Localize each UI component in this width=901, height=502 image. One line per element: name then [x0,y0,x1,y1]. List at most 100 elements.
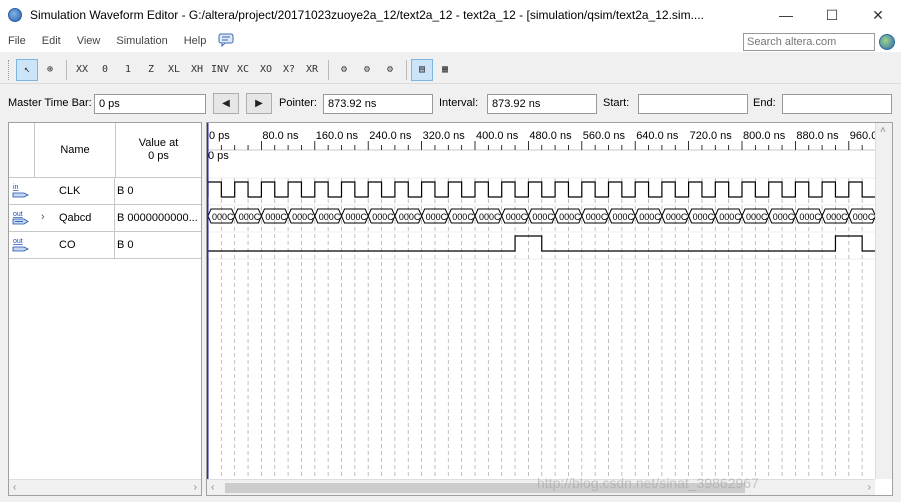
signal-row-clk[interactable]: in CLK B 0 [9,178,201,205]
signal-name: Qabcd [59,212,92,224]
quartus-app-icon [8,8,22,22]
zoom-tool-button[interactable]: ⊕ [39,59,61,81]
globe-icon[interactable] [879,34,895,50]
search-input[interactable] [743,33,875,51]
select-tool-button[interactable]: ↖ [16,58,38,81]
timing-sim-tool-button[interactable]: ⚙ [356,59,378,81]
svg-text:out: out [13,238,23,245]
forcing-low-tool-button[interactable]: 0 [94,59,116,81]
svg-text:in: in [13,184,19,191]
scroll-right-icon[interactable]: › [868,482,871,493]
time-label: 880.0 ns [796,130,839,142]
qabcd-bus-value: 000C [239,212,261,222]
count-value-tool-button[interactable]: XC [232,59,254,81]
toolbar-separator [328,59,329,80]
uninitialized-tool-button[interactable]: XX [71,59,93,81]
end-field[interactable] [782,94,892,114]
column-divider [114,232,115,259]
time-label: 720.0 ns [690,130,733,142]
svg-text:out: out [13,211,23,218]
time-label: 320.0 ns [423,130,466,142]
qabcd-bus-value: 000C [666,212,688,222]
menu-help[interactable]: Help [176,35,215,47]
signal-value: B 0000000000... [117,212,198,224]
signal-name: CLK [59,185,81,197]
time-label: 400.0 ns [476,130,519,142]
time-label: 480.0 ns [529,130,572,142]
time-label: 80.0 ns [262,130,299,142]
scroll-left-icon[interactable]: ‹ [13,482,16,493]
clock-tool-button[interactable]: XO [255,59,277,81]
interval-field[interactable]: 873.92 ns [487,94,597,114]
arbitrary-value-tool-button[interactable]: X? [278,59,300,81]
qabcd-bus-value: 000C [586,212,608,222]
signal-value: B 0 [117,239,134,251]
master-time-bar-field[interactable]: 0 ps [94,94,206,114]
name-column-header[interactable]: Name [34,123,115,178]
next-transition-button[interactable]: ▶ [246,93,272,114]
waveform-panel[interactable]: 0 ps 80.0 ns 160.0 ns 240.0 ns 320.0 ns 400.0… [206,122,893,496]
signal-value: B 0 [117,185,134,197]
signal-list-horizontal-scrollbar[interactable]: ‹ › [9,479,201,495]
icon-column-header [9,123,34,178]
invert-tool-button[interactable]: INV [209,59,231,81]
toolbar-separator [406,59,407,80]
speech-bubble-icon[interactable] [218,33,234,50]
waveform-canvas[interactable]: 0 ps 80.0 ns 160.0 ns 240.0 ns 320.0 ns 400.0… [207,123,875,479]
pointer-label: Pointer: [279,97,317,109]
menu-simulation[interactable]: Simulation [108,35,175,47]
forcing-high-tool-button[interactable]: 1 [117,59,139,81]
column-divider [114,205,115,232]
time-label: 800.0 ns [743,130,786,142]
menu-file[interactable]: File [0,35,34,47]
qabcd-bus-value: 000C [826,212,848,222]
scroll-left-icon[interactable]: ‹ [211,482,214,493]
cursor-time-label: 0 ps [208,150,229,162]
output-pin-icon: out [12,236,30,254]
grid-snap-tool-button[interactable]: ▦ [434,59,456,81]
qabcd-bus-value: 000C [853,212,875,222]
value-column-header[interactable]: Value at 0 ps [115,123,201,178]
netlist-tool-button[interactable]: ⚙ [379,59,401,81]
waveform-compare-tool-button[interactable]: ▤ [411,58,433,81]
random-value-tool-button[interactable]: XR [301,59,323,81]
watermark-text: http://blog.csdn.net/sinat_39862967 [537,475,759,491]
previous-transition-button[interactable]: ◀ [213,93,239,114]
scroll-right-icon[interactable]: › [194,482,197,493]
qabcd-bus-value: 000C [719,212,741,222]
menu-view[interactable]: View [69,35,109,47]
end-label: End: [753,97,776,109]
signal-row-qabcd[interactable]: out › Qabcd B 0000000000... [9,205,201,232]
output-bus-icon: out [12,209,30,227]
functional-sim-tool-button[interactable]: ⚙ [333,59,355,81]
qabcd-bus-value: 000C [265,212,287,222]
high-impedance-tool-button[interactable]: Z [140,59,162,81]
maximize-button[interactable]: ☐ [809,0,855,30]
signal-list-panel: Name Value at 0 ps in CLK B 0 out › Qabc… [8,122,202,496]
waveform-vertical-scrollbar[interactable]: ˄ [875,123,892,479]
scroll-up-icon[interactable]: ˄ [880,125,886,136]
time-label: 0 ps [209,130,230,142]
signal-row-co[interactable]: out CO B 0 [9,232,201,259]
start-field[interactable] [638,94,748,114]
expand-chevron-icon[interactable]: › [41,211,45,223]
weak-low-tool-button[interactable]: XL [163,59,185,81]
signal-name: CO [59,239,76,251]
qabcd-bus-value: 000C [639,212,661,222]
qabcd-bus-value: 000C [292,212,314,222]
qabcd-bus-value: 000C [613,212,635,222]
master-time-bar-label: Master Time Bar: [8,97,92,109]
weak-high-tool-button[interactable]: XH [186,59,208,81]
qabcd-bus-value: 000C [452,212,474,222]
toolbar-grip[interactable] [8,59,12,80]
qabcd-bus-value: 000C [479,212,501,222]
minimize-button[interactable]: — [763,0,809,30]
pointer-field[interactable]: 873.92 ns [323,94,433,114]
qabcd-bus-value: 000C [559,212,581,222]
menu-edit[interactable]: Edit [34,35,69,47]
menu-bar: File Edit View Simulation Help [0,30,901,52]
qabcd-bus-value: 000C [426,212,448,222]
co-waveform [208,235,875,252]
qabcd-bus-value: 000C [506,212,528,222]
close-button[interactable]: ✕ [855,0,901,30]
